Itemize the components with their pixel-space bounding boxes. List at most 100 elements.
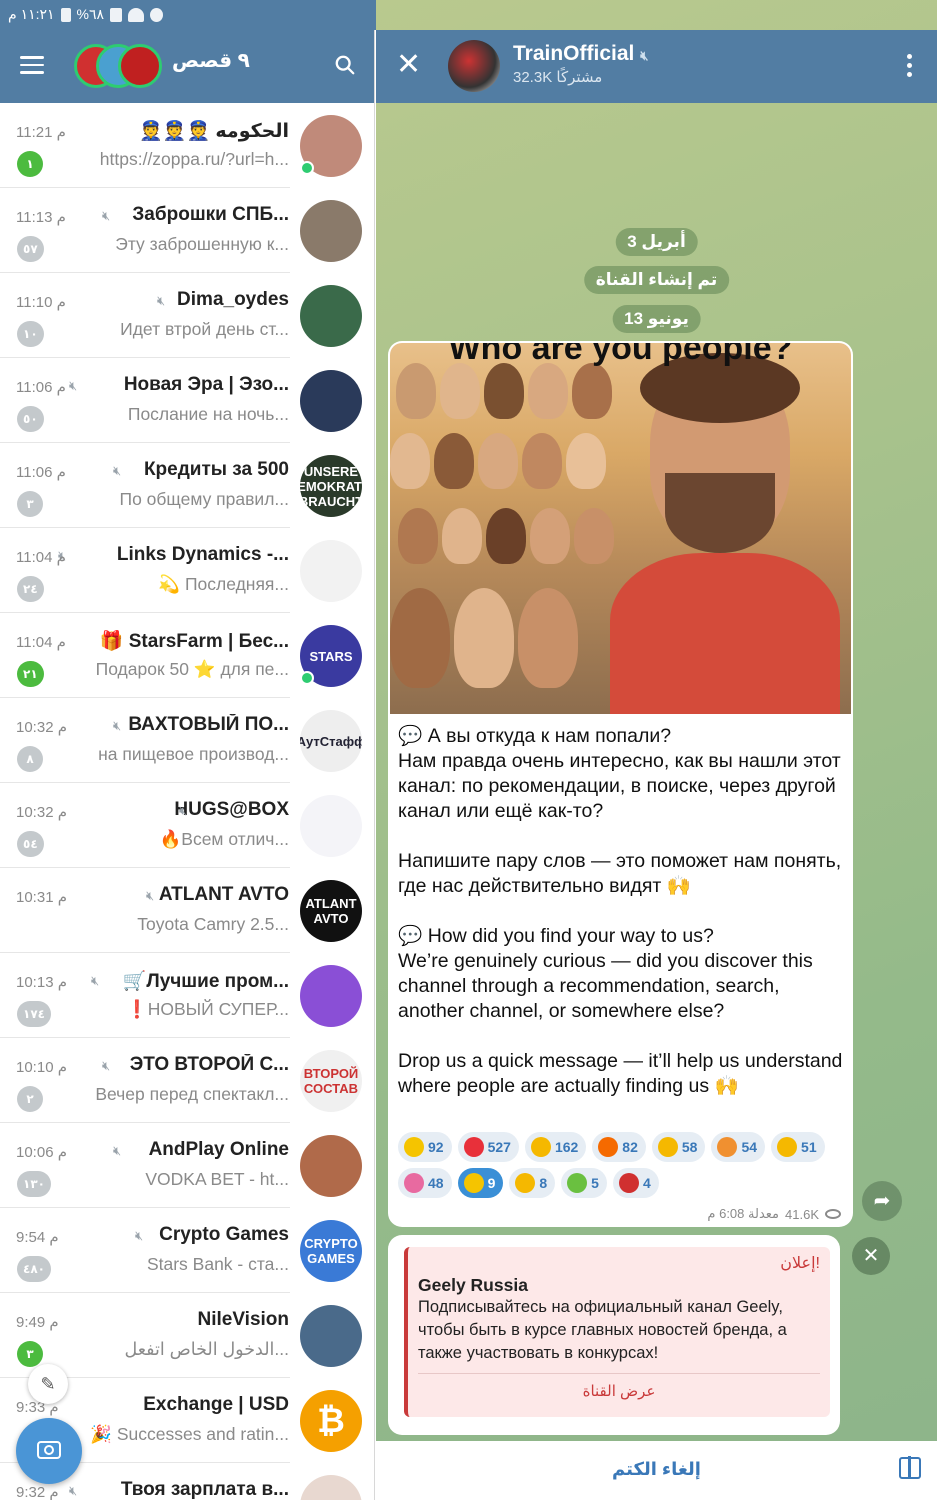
chat-list-item[interactable]: UNSERE DEMOKRATIE BRAUCHT Кредиты за 500 🔇… bbox=[0, 443, 374, 528]
post-meta: معدلة 6:08 م 41.6K bbox=[707, 1206, 841, 1222]
reaction-count: 54 bbox=[741, 1139, 758, 1155]
chat-avatar[interactable] bbox=[300, 540, 362, 602]
reaction-emoji bbox=[717, 1137, 738, 1157]
reaction-chip[interactable]: 92 bbox=[398, 1132, 452, 1162]
chat-avatar[interactable] bbox=[300, 965, 362, 1027]
pencil-icon[interactable]: ✎ bbox=[28, 1364, 68, 1404]
chat-time: 11:10 م bbox=[16, 294, 66, 311]
mute-icon: 🔇︎ bbox=[113, 463, 122, 478]
reaction-emoji bbox=[530, 1137, 551, 1157]
reaction-chip[interactable]: 82 bbox=[592, 1132, 646, 1162]
chat-avatar[interactable] bbox=[300, 285, 362, 347]
view-channel-button[interactable]: عرض القناة bbox=[418, 1382, 820, 1400]
chat-list-item[interactable]: STARS 🎁 StarsFarm | Бес... 11:04 م Подарок … bbox=[0, 613, 374, 698]
chat-preview: ❗НОВЫЙ СУПЕР... bbox=[125, 999, 289, 1019]
post-image[interactable]: Who are you people? bbox=[390, 343, 851, 714]
chat-time: 11:04 م bbox=[16, 634, 66, 651]
mute-icon: 🔇︎ bbox=[179, 803, 188, 818]
channel-post[interactable]: Who are you people? 💬 А вы откуда к нам … bbox=[388, 341, 853, 1227]
chat-list-item[interactable]: 🛒Лучшие пром... 🔇︎ 10:13 م ❗НОВЫЙ СУПЕР... ١… bbox=[0, 953, 374, 1038]
close-icon[interactable]: ✕ bbox=[396, 50, 421, 80]
reaction-chip[interactable]: 9 bbox=[457, 1168, 504, 1198]
reaction-chip[interactable]: 4 bbox=[612, 1168, 659, 1198]
chat-list-item[interactable]: ВТОРОЙ СОСТАВ ЭТО ВТОРОЙ С... 🔇︎ 10:10 م Веч… bbox=[0, 1038, 374, 1123]
chat-preview: VODKA BET - ht... bbox=[145, 1169, 289, 1189]
chat-name: NileVision bbox=[197, 1309, 289, 1330]
chat-name: ВАХТОВЫЙ ПО... bbox=[128, 714, 289, 735]
camera-button[interactable] bbox=[16, 1418, 82, 1484]
chat-avatar[interactable]: АутСтафф bbox=[300, 710, 362, 772]
chat-avatar[interactable]: ВТОРОЙ СОСТАВ bbox=[300, 1050, 362, 1112]
signal-icon bbox=[110, 7, 123, 22]
reaction-emoji bbox=[404, 1173, 424, 1193]
mute-icon: 🔇︎ bbox=[157, 293, 166, 308]
chat-list-item[interactable]: Заброшки СПБ... 🔇︎ 11:13 م Эту заброшенную … bbox=[0, 188, 374, 273]
chat-time: 10:31 م bbox=[16, 889, 68, 906]
chat-avatar[interactable] bbox=[300, 1475, 362, 1500]
chat-preview: Послание на ночь... bbox=[127, 404, 289, 424]
chat-preview: Подарок 50 ⭐ для пе... bbox=[95, 659, 289, 679]
chat-list-item[interactable]: ATLANT AVTO ATLANT AVTO 🔇︎ 10:31 م Toyota Ca… bbox=[0, 868, 374, 953]
reaction-emoji bbox=[567, 1173, 588, 1193]
reaction-count: 51 bbox=[801, 1139, 817, 1155]
chat-list-item[interactable]: AndPlay Online 🔇︎ 10:06 م VODKA BET - ht...… bbox=[0, 1123, 374, 1208]
chat-avatar[interactable]: ATLANT AVTO bbox=[300, 880, 362, 942]
chat-avatar[interactable]: UNSERE DEMOKRATIE BRAUCHT bbox=[300, 455, 362, 517]
unread-badge: ١٣٠ bbox=[17, 1171, 51, 1197]
status-time: ١١:٢١ م bbox=[8, 6, 55, 22]
chat-list-item[interactable]: Links Dynamics -... 🔇︎ 11:04 م 💫 Последняя.… bbox=[0, 528, 374, 613]
chat-list-item[interactable]: Dima_oydes 🔇︎ 11:10 م Идет втрой день ст...… bbox=[0, 273, 374, 358]
gift-icon[interactable] bbox=[899, 1456, 921, 1479]
chat-avatar[interactable] bbox=[300, 1305, 362, 1367]
chat-preview: Идет втрой день ст... bbox=[120, 319, 289, 339]
chat-avatar[interactable]: CRYPTO GAMES bbox=[300, 1220, 362, 1282]
unmute-button[interactable]: إلغاء الكتم bbox=[376, 1459, 937, 1480]
reactions-bar: 92 527 162 82 58 54 51 48 9 8 5 4 bbox=[398, 1132, 843, 1198]
chat-avatar[interactable]: ₿ bbox=[300, 1390, 362, 1452]
reaction-chip[interactable]: 58 bbox=[651, 1132, 706, 1162]
reaction-chip[interactable]: 8 bbox=[509, 1168, 556, 1198]
chat-list-item[interactable]: АутСтафф ВАХТОВЫЙ ПО... 🔇︎ 10:32 م на пищево… bbox=[0, 698, 374, 783]
ad-body: Подписывайтесь на официальный канал Geel… bbox=[418, 1298, 787, 1362]
reaction-chip[interactable]: 527 bbox=[457, 1132, 519, 1162]
reaction-emoji bbox=[404, 1137, 424, 1157]
hamburger-icon[interactable] bbox=[20, 56, 44, 76]
search-icon[interactable] bbox=[334, 54, 356, 76]
edited-time: معدلة 6:08 م bbox=[707, 1206, 780, 1221]
chat-preview: 🎉 Successes and ratin... bbox=[90, 1424, 289, 1444]
post-text: 💬 А вы откуда к нам попали? Нам правда о… bbox=[398, 725, 843, 1097]
chat-list-item[interactable]: CRYPTO GAMES Crypto Games 🔇︎ 9:54 م Stars Ba… bbox=[0, 1208, 374, 1293]
chat-name: ATLANT AVTO bbox=[158, 884, 289, 905]
chat-preview: الدخول الخاص اتفعل... bbox=[124, 1339, 289, 1359]
channel-title[interactable]: TrainOfficial 🔇︎ bbox=[513, 42, 648, 66]
chat-avatar[interactable] bbox=[300, 370, 362, 432]
close-ad-icon[interactable]: ✕ bbox=[852, 1237, 890, 1275]
chat-name: 🎁 StarsFarm | Бес... bbox=[99, 631, 289, 652]
reaction-chip[interactable]: 5 bbox=[561, 1168, 607, 1198]
chat-list-header: ٩ قصص bbox=[0, 30, 374, 103]
stories-strip[interactable] bbox=[74, 44, 164, 88]
reaction-emoji bbox=[657, 1137, 678, 1157]
reaction-chip[interactable]: 54 bbox=[711, 1132, 766, 1162]
chat-list-item[interactable]: Новая Эра | Эзо... 🔇︎ 11:06 م Послание на н… bbox=[0, 358, 374, 443]
reaction-chip[interactable]: 162 bbox=[524, 1132, 587, 1162]
chat-list-item[interactable]: HUGS@BOX 🔇︎ 10:32 م 🔥Всем отлич... ٥٤ bbox=[0, 783, 374, 868]
chat-avatar[interactable] bbox=[300, 200, 362, 262]
chat-list-item[interactable]: 👮👮👮 الحكومه 11:21 م https://zoppa.ru/?url=… bbox=[0, 103, 374, 188]
chat-name: Заброшки СПБ... bbox=[132, 204, 289, 225]
chat-time: 9:49 م bbox=[16, 1314, 59, 1331]
stories-title[interactable]: ٩ قصص bbox=[172, 48, 250, 73]
reaction-emoji bbox=[463, 1137, 484, 1157]
kebab-icon[interactable] bbox=[907, 54, 913, 81]
chat-avatar[interactable] bbox=[300, 1135, 362, 1197]
story-avatar[interactable] bbox=[118, 44, 162, 88]
reaction-chip[interactable]: 51 bbox=[771, 1132, 825, 1162]
reaction-chip[interactable]: 48 bbox=[398, 1168, 452, 1198]
chat-avatar[interactable] bbox=[300, 795, 362, 857]
online-indicator bbox=[300, 671, 314, 685]
mute-icon: 🔇︎ bbox=[69, 1483, 78, 1498]
sponsored-message[interactable]: إعلان! Geely Russia Подписывайтесь на оф… bbox=[388, 1235, 840, 1435]
chat-name: ЭТО ВТОРОЙ С... bbox=[129, 1054, 289, 1075]
share-icon[interactable]: ➦ bbox=[862, 1181, 902, 1221]
channel-avatar[interactable] bbox=[448, 40, 500, 92]
